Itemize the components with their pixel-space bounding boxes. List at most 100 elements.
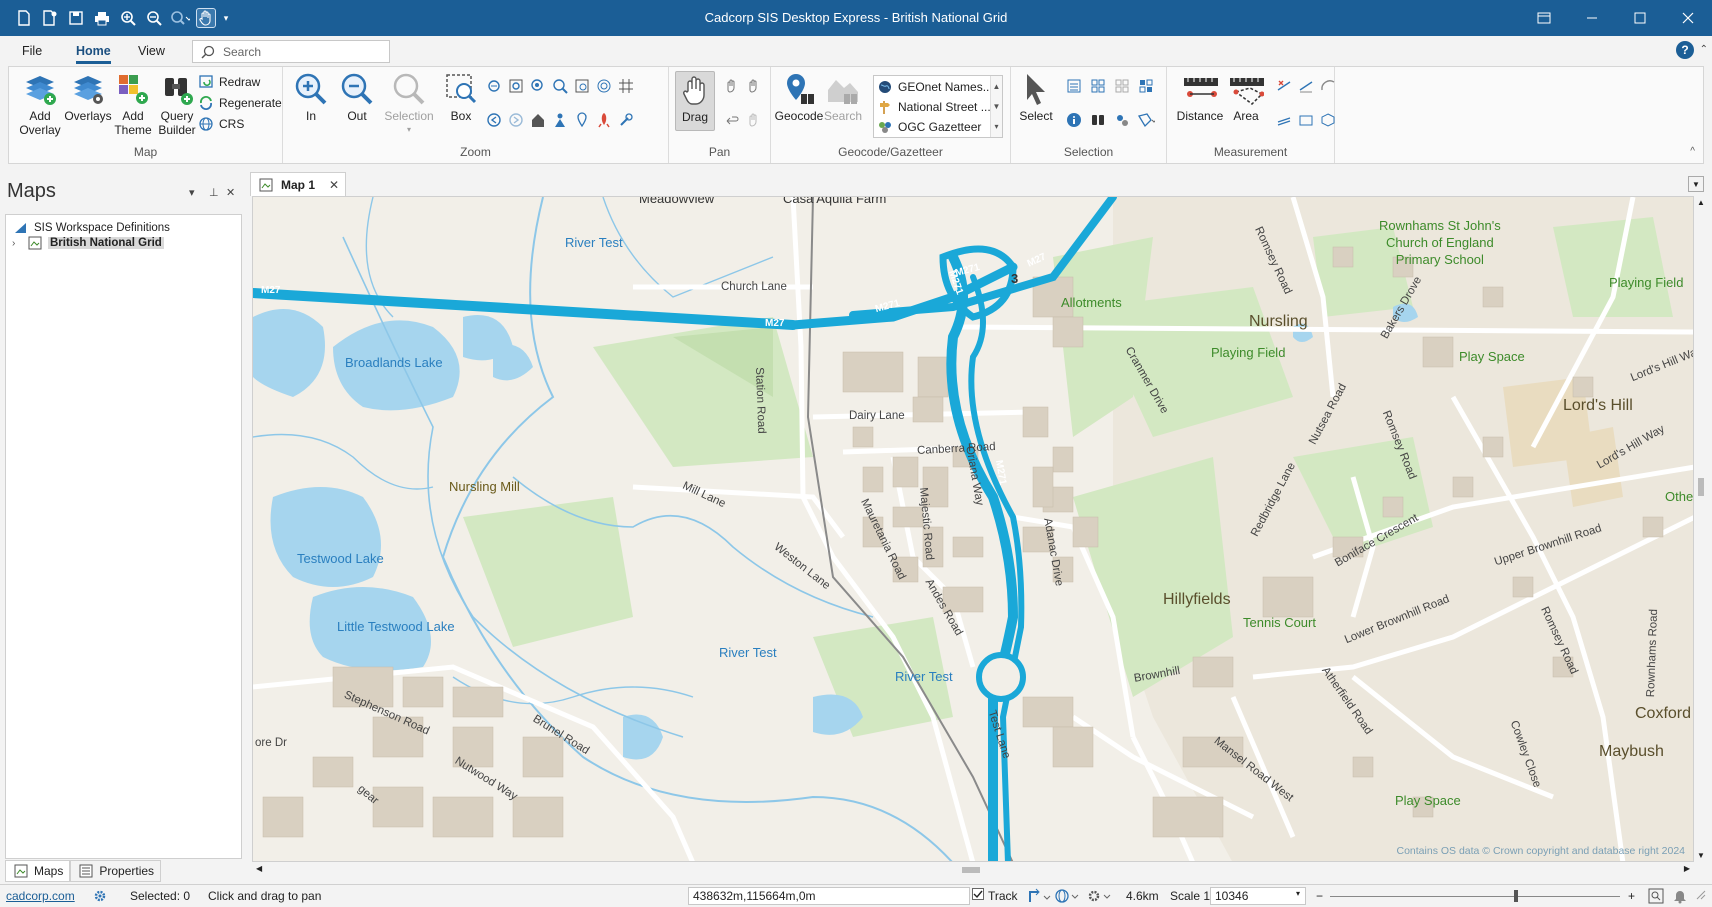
- zoom-page-icon[interactable]: [573, 77, 591, 95]
- measure-arc-icon[interactable]: [1319, 77, 1337, 95]
- select-list-icon[interactable]: [1065, 77, 1083, 95]
- gazetteer-item-geonet[interactable]: GEOnet Names...: [876, 77, 996, 97]
- scroll-down-icon[interactable]: ▼: [1697, 851, 1705, 860]
- zoom-in-button[interactable]: In: [293, 71, 329, 123]
- select-all-icon[interactable]: [1137, 77, 1155, 95]
- zoom-out-button[interactable]: Out: [339, 71, 375, 123]
- minimize-icon[interactable]: [1568, 0, 1616, 36]
- map-view[interactable]: Meadowview Casa Aquila Farm River Test C…: [252, 196, 1694, 862]
- scroll-left-icon[interactable]: ◀: [256, 864, 262, 873]
- restore-icon[interactable]: [1520, 0, 1568, 36]
- forward-icon[interactable]: [507, 111, 525, 129]
- query-builder-button[interactable]: Query Builder: [153, 71, 201, 137]
- scroll-up-icon[interactable]: ▲: [993, 82, 1001, 91]
- measure-clear-icon[interactable]: [1275, 77, 1293, 95]
- scroll-down-icon[interactable]: ▼: [993, 102, 1001, 111]
- pan-left-icon[interactable]: [723, 77, 741, 95]
- home-icon[interactable]: [529, 111, 547, 129]
- location-pin-icon[interactable]: [573, 111, 591, 129]
- notifications-bell-icon[interactable]: [1672, 888, 1688, 907]
- zoom-slider-plus-icon[interactable]: +: [1628, 889, 1635, 903]
- select-grid-icon[interactable]: [1089, 77, 1107, 95]
- ribbon-collapse-icon[interactable]: ⌃: [1700, 44, 1708, 55]
- pin-icon[interactable]: ⊥: [209, 186, 219, 199]
- search-input[interactable]: Search: [192, 40, 390, 63]
- maximize-icon[interactable]: [1616, 0, 1664, 36]
- zoom-box-button[interactable]: Box: [443, 71, 479, 123]
- cadcorp-link-text[interactable]: cadcorp.com: [6, 889, 75, 903]
- tab-maps[interactable]: Maps: [5, 860, 71, 882]
- ribbon-minimize-icon[interactable]: ^: [1690, 146, 1695, 157]
- tab-list-dropdown-icon[interactable]: ▼: [1688, 176, 1704, 192]
- scale-dropdown-icon[interactable]: ▾: [1296, 889, 1300, 898]
- snap-icon[interactable]: [1028, 888, 1052, 907]
- map-horizontal-scrollbar[interactable]: ◀ ▶: [252, 862, 1694, 878]
- zoom-slider[interactable]: [1330, 890, 1620, 902]
- distance-button[interactable]: Distance: [1173, 71, 1227, 123]
- gazetteer-scrollbar[interactable]: ▲ ▼ ▾: [990, 76, 1002, 137]
- scroll-up-icon[interactable]: ▲: [1697, 198, 1705, 207]
- select-button[interactable]: Select: [1017, 71, 1055, 123]
- crs-button[interactable]: CRS: [197, 115, 244, 133]
- options-gear-icon[interactable]: [1086, 888, 1112, 907]
- redraw-button[interactable]: Redraw: [197, 73, 260, 91]
- gazetteer-item-ogc[interactable]: OGC Gazetteer: [876, 117, 996, 137]
- tab-close-icon[interactable]: ✕: [329, 178, 339, 192]
- scroll-right-icon[interactable]: ▶: [1684, 864, 1690, 873]
- regenerate-button[interactable]: Regenerate: [197, 94, 282, 112]
- zoom-slider-thumb[interactable]: [1514, 890, 1518, 902]
- rocket-icon[interactable]: [595, 111, 613, 129]
- zoom-all-icon[interactable]: [529, 77, 547, 95]
- scroll-thumb[interactable]: [962, 867, 980, 873]
- zoom-slider-minus-icon[interactable]: −: [1316, 889, 1323, 903]
- gazetteer-list[interactable]: GEOnet Names... National Street ... OGC …: [873, 75, 1003, 138]
- tab-file[interactable]: File: [22, 44, 42, 58]
- measure-line-icon[interactable]: [1297, 77, 1315, 95]
- add-overlay-button[interactable]: Add Overlay: [15, 71, 65, 137]
- zoom-extent-icon[interactable]: [507, 77, 525, 95]
- close-icon[interactable]: [1664, 0, 1712, 36]
- zoom-scale-icon[interactable]: [551, 77, 569, 95]
- tools-icon[interactable]: [617, 111, 635, 129]
- settings-icon[interactable]: [92, 888, 108, 907]
- overlays-button[interactable]: Overlays: [63, 71, 113, 123]
- back-icon[interactable]: [485, 111, 503, 129]
- add-theme-button[interactable]: Add Theme: [113, 71, 153, 137]
- map-vertical-scrollbar[interactable]: ▲ ▼: [1694, 196, 1708, 862]
- info-icon[interactable]: [1065, 111, 1083, 129]
- expand-chevron-icon[interactable]: ›: [12, 238, 22, 249]
- find-binoculars-icon[interactable]: [1089, 111, 1107, 129]
- scale-input[interactable]: 10346: [1210, 887, 1306, 905]
- measure-hatch-icon[interactable]: [1275, 111, 1293, 129]
- panel-menu-icon[interactable]: ▾: [189, 186, 195, 199]
- person-icon[interactable]: [551, 111, 569, 129]
- help-icon[interactable]: ?: [1676, 41, 1694, 59]
- panel-close-icon[interactable]: ✕: [226, 186, 235, 199]
- zoom-target-icon[interactable]: [595, 77, 613, 95]
- resize-grip-icon[interactable]: [1694, 888, 1706, 903]
- track-checkbox[interactable]: [972, 888, 984, 903]
- area-button[interactable]: Area: [1223, 71, 1269, 123]
- coordinates-field[interactable]: 438632m,115664m,0m: [688, 887, 970, 905]
- drag-button[interactable]: Drag: [675, 71, 715, 131]
- measure-3d-icon[interactable]: [1319, 111, 1337, 129]
- pan-down-icon[interactable]: [745, 111, 763, 129]
- tree-item-british-national-grid[interactable]: › British National Grid: [12, 234, 164, 252]
- measure-box-icon[interactable]: [1297, 111, 1315, 129]
- expand-icon[interactable]: ▾: [994, 122, 998, 131]
- pan-right-icon[interactable]: [745, 77, 763, 95]
- zoom-fit-icon[interactable]: [1648, 888, 1664, 907]
- gazetteer-search-button[interactable]: Search: [824, 71, 862, 123]
- crs-globe-icon[interactable]: [1054, 888, 1080, 907]
- select-filter-icon[interactable]: [1113, 111, 1131, 129]
- zoom-selection-button[interactable]: Selection ▾: [379, 71, 439, 137]
- cadcorp-link[interactable]: cadcorp.com: [6, 889, 75, 903]
- tab-home[interactable]: Home: [76, 44, 111, 64]
- zoom-previous-icon[interactable]: [485, 77, 503, 95]
- tab-view[interactable]: View: [138, 44, 165, 58]
- grid-icon[interactable]: [617, 77, 635, 95]
- select-none-icon[interactable]: [1113, 77, 1131, 95]
- scroll-thumb[interactable]: [1698, 478, 1704, 496]
- tab-properties[interactable]: Properties: [70, 860, 162, 882]
- tab-map-1[interactable]: Map 1 ✕: [250, 172, 347, 196]
